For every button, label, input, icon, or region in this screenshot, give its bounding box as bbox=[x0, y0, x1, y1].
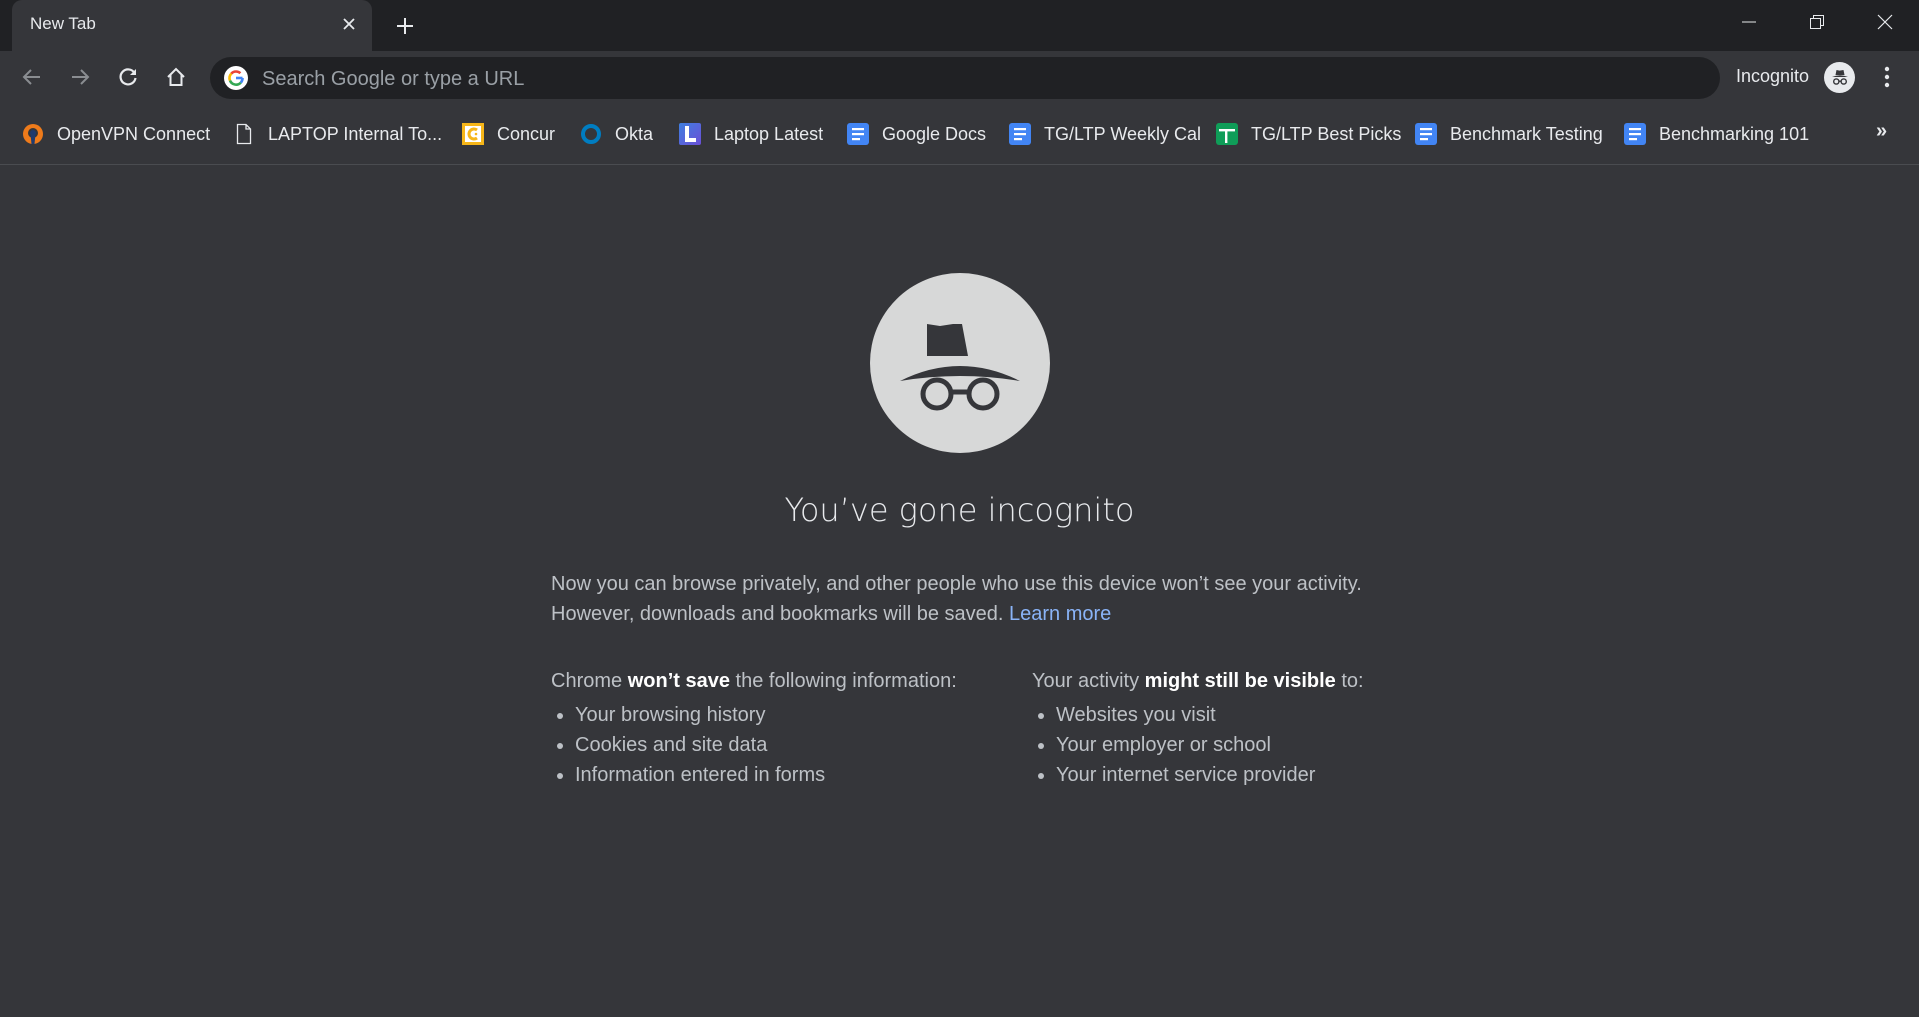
still-visible-list: Websites you visit Your employer or scho… bbox=[1032, 700, 1364, 790]
bookmark-tg-ltp-weekly-cal[interactable]: TG/LTP Weekly Cal bbox=[1008, 121, 1201, 147]
close-icon bbox=[1877, 14, 1893, 30]
incognito-avatar[interactable] bbox=[1824, 62, 1855, 93]
learn-more-link[interactable]: Learn more bbox=[1009, 603, 1111, 625]
tab-new-tab[interactable]: New Tab bbox=[12, 0, 372, 51]
bookmark-benchmarking-101[interactable]: Benchmarking 101 bbox=[1623, 121, 1809, 147]
google-icon bbox=[224, 66, 248, 90]
tab-close-button[interactable] bbox=[337, 12, 361, 36]
lead-emphasis: won’t save bbox=[627, 670, 730, 692]
google-docs-icon bbox=[1414, 122, 1438, 146]
still-visible-lead: Your activity might still be visible to: bbox=[1032, 666, 1364, 696]
bookmark-tg-ltp-best-picks[interactable]: TG/LTP Best Picks bbox=[1215, 121, 1401, 147]
plus-icon bbox=[397, 18, 413, 34]
restore-icon bbox=[1810, 15, 1824, 29]
concur-icon bbox=[461, 122, 485, 146]
page-title: You’ve gone incognito bbox=[784, 491, 1135, 529]
close-icon bbox=[343, 18, 355, 30]
google-docs-icon bbox=[1623, 122, 1647, 146]
incognito-icon bbox=[1831, 69, 1848, 85]
bookmarks-overflow-button[interactable]: » bbox=[1876, 120, 1887, 143]
arrow-left-icon bbox=[22, 69, 40, 85]
intro-paragraph: Now you can browse privately, and other … bbox=[551, 569, 1371, 629]
arrow-right-icon bbox=[72, 69, 90, 85]
reload-button[interactable] bbox=[110, 59, 146, 95]
title-bar: New Tab bbox=[0, 0, 1919, 51]
restore-button[interactable] bbox=[1782, 0, 1852, 44]
bookmark-label: Concur bbox=[497, 123, 556, 144]
more-vertical-icon bbox=[1884, 66, 1890, 88]
lead-text: the following information: bbox=[729, 670, 957, 692]
back-button[interactable] bbox=[14, 59, 50, 95]
wont-save-list: Your browsing history Cookies and site d… bbox=[551, 700, 957, 790]
google-docs-icon bbox=[1008, 122, 1032, 146]
list-item: Your browsing history bbox=[575, 700, 957, 730]
list-item: Information entered in forms bbox=[575, 760, 957, 790]
intro-text: Now you can browse privately, and other … bbox=[551, 573, 1362, 625]
list-item: Cookies and site data bbox=[575, 730, 957, 760]
bookmark-concur[interactable]: Concur bbox=[461, 121, 555, 147]
bookmark-label: Laptop Latest bbox=[714, 123, 824, 144]
wont-save-section: Chrome won’t save the following informat… bbox=[551, 666, 957, 790]
omnibox-input[interactable] bbox=[260, 57, 1664, 101]
lead-text: Your activity bbox=[1032, 670, 1145, 692]
bookmark-label: TG/LTP Weekly Cal bbox=[1044, 123, 1202, 144]
list-item: Your employer or school bbox=[1056, 730, 1364, 760]
forward-button[interactable] bbox=[62, 59, 98, 95]
new-tab-button[interactable] bbox=[390, 11, 420, 41]
incognito-hero-icon bbox=[870, 273, 1050, 453]
okta-icon bbox=[579, 122, 603, 146]
openvpn-icon bbox=[21, 122, 45, 146]
wont-save-lead: Chrome won’t save the following informat… bbox=[551, 666, 957, 696]
bookmark-laptop-internal[interactable]: LAPTOP Internal To... bbox=[232, 121, 442, 147]
lead-text: to: bbox=[1335, 670, 1364, 692]
omnibox[interactable] bbox=[210, 57, 1720, 101]
bookmark-openvpn-connect[interactable]: OpenVPN Connect bbox=[21, 121, 210, 147]
incognito-page: You’ve gone incognito Now you can browse… bbox=[0, 165, 1919, 1017]
still-visible-section: Your activity might still be visible to:… bbox=[1032, 666, 1364, 790]
home-icon bbox=[167, 67, 185, 86]
chrome-menu-button[interactable] bbox=[1872, 59, 1902, 95]
google-docs-icon bbox=[846, 122, 870, 146]
profile-label: Incognito bbox=[1736, 66, 1810, 86]
bookmark-label: Google Docs bbox=[882, 123, 987, 144]
google-sheets-icon bbox=[1215, 122, 1239, 146]
minimize-icon bbox=[1742, 21, 1756, 23]
bookmark-benchmark-testing[interactable]: Benchmark Testing bbox=[1414, 121, 1603, 147]
page-icon bbox=[232, 122, 256, 146]
lead-text: Chrome bbox=[551, 670, 628, 692]
bookmark-label: LAPTOP Internal To... bbox=[268, 123, 443, 144]
toolbar: Incognito bbox=[0, 51, 1919, 104]
bookmark-label: Okta bbox=[615, 123, 654, 144]
laptop-latest-icon bbox=[678, 122, 702, 146]
bookmark-laptop-latest[interactable]: Laptop Latest bbox=[678, 121, 823, 147]
bookmarks-bar: OpenVPN Connect LAPTOP Internal To... Co… bbox=[0, 104, 1919, 165]
bookmark-google-docs[interactable]: Google Docs bbox=[846, 121, 986, 147]
bookmark-label: TG/LTP Best Picks bbox=[1251, 123, 1402, 144]
bookmark-okta[interactable]: Okta bbox=[579, 121, 653, 147]
bookmark-label: Benchmark Testing bbox=[1450, 123, 1603, 144]
bookmark-label: Benchmarking 101 bbox=[1659, 123, 1810, 144]
tab-title: New Tab bbox=[30, 14, 96, 33]
close-window-button[interactable] bbox=[1850, 0, 1919, 44]
lead-emphasis: might still be visible bbox=[1144, 670, 1336, 692]
bookmark-label: OpenVPN Connect bbox=[57, 123, 211, 144]
list-item: Your internet service provider bbox=[1056, 760, 1364, 790]
minimize-button[interactable] bbox=[1714, 0, 1784, 44]
home-button[interactable] bbox=[158, 59, 194, 95]
reload-icon bbox=[119, 68, 137, 86]
list-item: Websites you visit bbox=[1056, 700, 1364, 730]
